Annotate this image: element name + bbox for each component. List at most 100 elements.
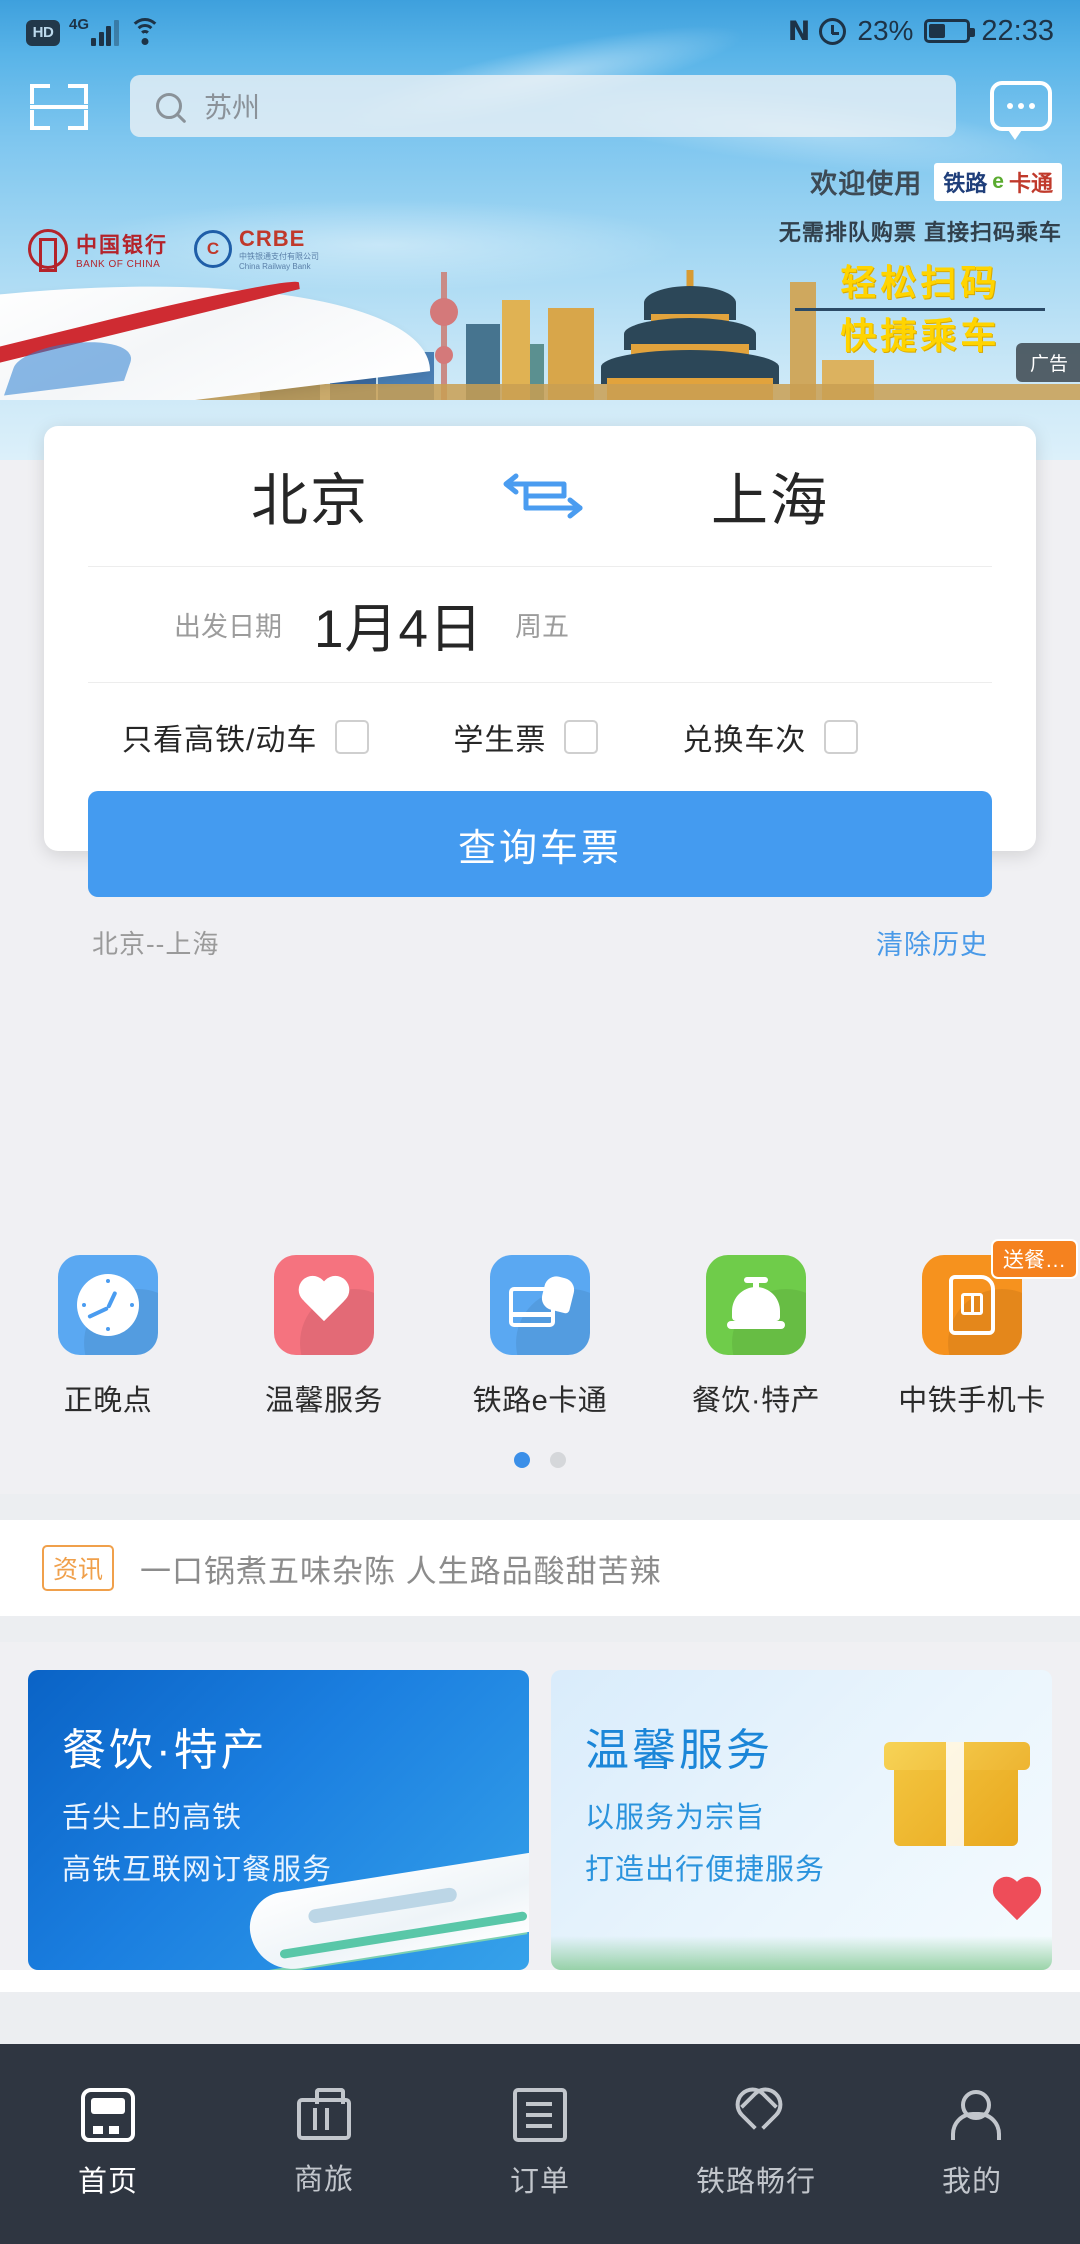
service-label: 铁路e卡通 <box>472 1385 608 1417</box>
service-label: 中铁手机卡 <box>898 1385 1046 1417</box>
checkbox[interactable] <box>824 720 859 754</box>
option-label: 只看高铁/动车 <box>122 724 318 757</box>
section-gap <box>0 1494 1080 1520</box>
bank-of-china-logo: 中国银行 BANK OF CHINA <box>28 229 168 270</box>
news-tag-badge: 资讯 <box>42 1545 115 1591</box>
heart-outline-icon <box>729 2088 783 2142</box>
service-item-ecard[interactable]: 铁路e卡通 <box>432 1255 648 1430</box>
promo-title: 餐饮·特产 <box>62 1726 268 1775</box>
ticket-search-card: 北京 上海 出发日期 1月4日 周五 只看高铁/动车 学生票 兑换车次 查询车票… <box>44 426 1036 960</box>
clock-time: 22:33 <box>981 14 1054 47</box>
promo-line2: 高铁互联网订餐服务 <box>62 1854 333 1886</box>
service-label: 餐饮·特产 <box>691 1385 821 1417</box>
service-shortcuts-grid: 正晚点 温馨服务 铁路e卡通 餐饮·特产 送餐… 中铁手机卡 <box>0 1239 1080 1430</box>
promo-banner-row: 餐饮·特产 舌尖上的高铁 高铁互联网订餐服务 温馨服务 以服务为宗旨 打造出行便… <box>0 1670 1080 1970</box>
news-headline: 一口锅煮五味杂陈 人生路品酸甜苦辣 <box>140 1553 662 1589</box>
battery-percent-label: 23% <box>857 15 914 46</box>
clear-history-button[interactable]: 清除历史 <box>876 923 988 962</box>
filter-options-row: 只看高铁/动车 学生票 兑换车次 <box>44 683 1036 791</box>
news-ticker[interactable]: 资讯 一口锅煮五味杂陈 人生路品酸甜苦辣 <box>0 1520 1080 1616</box>
crbe-logo: C CRBE 中铁银通支付有限公司 China Railway Bank <box>194 226 319 272</box>
service-item-simcard[interactable]: 送餐… 中铁手机卡 <box>864 1239 1080 1430</box>
promo-card-catering[interactable]: 餐饮·特产 舌尖上的高铁 高铁互联网订餐服务 <box>28 1670 529 1970</box>
alarm-clock-icon <box>819 17 847 45</box>
departure-city[interactable]: 北京 <box>140 455 480 537</box>
search-tickets-button[interactable]: 查询车票 <box>88 791 992 897</box>
checkbox[interactable] <box>564 720 599 754</box>
temple-of-heaven-art <box>590 270 790 400</box>
ad-welcome-text: 欢迎使用 <box>810 169 923 199</box>
date-label: 出发日期 <box>174 612 282 642</box>
boc-name-en: BANK OF CHINA <box>76 258 161 270</box>
tab-label: 铁路畅行 <box>695 2166 816 2198</box>
ad-slogan-line1: 轻松扫码 <box>840 262 1001 303</box>
scan-qr-icon[interactable] <box>28 78 90 134</box>
ecard-logo-part3: 卡通 <box>1008 170 1053 196</box>
page-dot-active[interactable] <box>514 1452 530 1468</box>
grass-art <box>551 1936 1052 1970</box>
search-input[interactable]: 苏州 <box>130 75 956 137</box>
user-icon <box>945 2088 1001 2142</box>
page-dot[interactable] <box>550 1452 566 1468</box>
option-exchange-train[interactable]: 兑换车次 <box>682 715 859 759</box>
arrival-city[interactable]: 上海 <box>600 455 940 537</box>
ad-copy: 欢迎使用 铁路 e 卡通 无需排队购票 直接扫码乘车 轻松扫码 快捷乘车 <box>779 162 1062 358</box>
tab-railway-pass[interactable]: 铁路畅行 <box>648 2044 864 2244</box>
search-input-value: 苏州 <box>204 92 261 123</box>
home-train-icon <box>81 2088 135 2142</box>
ecard-logo-part1: 铁路 <box>943 170 988 196</box>
signal-bars-icon <box>91 18 119 46</box>
service-tile <box>58 1255 158 1355</box>
battery-icon <box>924 19 976 43</box>
clock-icon <box>77 1274 139 1336</box>
tab-label: 首页 <box>77 2166 138 2198</box>
tab-profile[interactable]: 我的 <box>864 2044 1080 2244</box>
service-label: 正晚点 <box>63 1385 153 1417</box>
bell-service-icon <box>725 1277 787 1331</box>
date-weekday: 周五 <box>514 612 569 642</box>
ad-label-badge: 广告 <box>1015 343 1080 382</box>
page-indicator[interactable] <box>0 1452 1080 1468</box>
wifi-icon <box>128 17 162 46</box>
hd-icon: HD <box>26 19 60 46</box>
option-label: 兑换车次 <box>682 724 807 757</box>
heart-icon <box>296 1277 352 1333</box>
tab-orders[interactable]: 订单 <box>432 2044 648 2244</box>
briefcase-icon <box>297 2088 351 2140</box>
promo-title: 温馨服务 <box>585 1726 773 1775</box>
oriental-pearl-tower-art <box>430 272 458 400</box>
service-label: 温馨服务 <box>264 1385 383 1417</box>
boc-name-cn: 中国银行 <box>76 233 168 257</box>
option-high-speed-only[interactable]: 只看高铁/动车 <box>122 715 370 759</box>
promo-card-warm-service[interactable]: 温馨服务 以服务为宗旨 打造出行便捷服务 <box>551 1670 1052 1970</box>
tab-business-travel[interactable]: 商旅 <box>216 2044 432 2244</box>
search-history-row: 北京--上海 清除历史 <box>44 897 1036 987</box>
order-list-icon <box>513 2088 567 2142</box>
message-bubble-icon[interactable] <box>990 81 1052 140</box>
service-item-ontime[interactable]: 正晚点 <box>0 1255 216 1430</box>
city-selector-row: 北京 上海 <box>44 426 1036 566</box>
promo-line2: 打造出行便捷服务 <box>585 1854 826 1886</box>
gift-box-art <box>884 1704 1034 1854</box>
bottom-tab-bar: 首页 商旅 订单 铁路畅行 我的 <box>0 2044 1080 2244</box>
date-selector-row[interactable]: 出发日期 1月4日 周五 <box>44 567 1036 682</box>
service-item-warm-service[interactable]: 温馨服务 <box>216 1255 432 1430</box>
sim-card-icon <box>949 1275 995 1335</box>
ecard-logo-part2: e <box>992 169 1004 193</box>
option-student-ticket[interactable]: 学生票 <box>453 715 599 759</box>
history-item[interactable]: 北京--上海 <box>92 924 219 961</box>
tab-home[interactable]: 首页 <box>0 2044 216 2244</box>
swap-cities-button[interactable] <box>480 468 600 524</box>
card-swipe-icon <box>509 1273 577 1331</box>
service-item-catering[interactable]: 餐饮·特产 <box>648 1255 864 1430</box>
crbe-name: CRBE <box>239 226 306 251</box>
boc-mark-icon <box>28 229 68 269</box>
promo-line1: 舌尖上的高铁 <box>62 1802 243 1834</box>
service-badge: 送餐… <box>991 1239 1078 1279</box>
ad-banner[interactable]: 中国银行 BANK OF CHINA C CRBE 中铁银通支付有限公司 Chi… <box>0 150 1080 400</box>
nfc-icon: N <box>787 15 811 47</box>
ad-subtext: 无需排队购票 直接扫码乘车 <box>778 220 1062 245</box>
service-tile <box>706 1255 806 1355</box>
tab-label: 商旅 <box>293 2164 354 2196</box>
checkbox[interactable] <box>335 720 370 754</box>
